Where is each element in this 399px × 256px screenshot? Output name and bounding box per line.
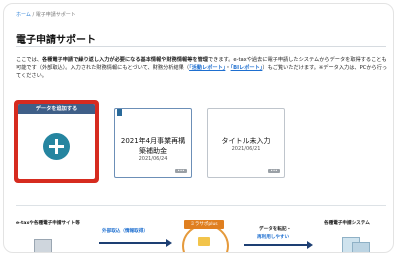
mirasapo-tag: ミラサポplus [184, 220, 224, 229]
flow-arrow-import-icon [99, 239, 172, 247]
add-data-label: データを追加する [18, 104, 95, 114]
activity-report-link[interactable]: 「活動レポート」 [189, 65, 225, 71]
page-title: 電子申請サポート [16, 35, 96, 46]
data-card-2[interactable]: タイトル未入力 2021/06/21 ••• [207, 108, 285, 178]
flow-right-label: 各種電子申請システム [324, 221, 370, 226]
add-plus-icon[interactable] [43, 133, 70, 160]
bookmark-icon [117, 109, 122, 116]
flow-left-label: e-taxや各種電子申請サイト等 [16, 221, 80, 226]
main-panel: ホーム / 電子申請サポート 電子申請サポート ここでは、各種電子申請で繰り返し… [3, 3, 394, 253]
breadcrumb-home-link[interactable]: ホーム [16, 12, 31, 18]
breadcrumb: ホーム / 電子申請サポート [16, 11, 76, 18]
data-card-2-date: 2021/06/21 [231, 146, 261, 152]
add-data-card[interactable]: データを追加する [14, 100, 99, 183]
breadcrumb-separator: / [32, 12, 35, 18]
flow-transfer-label: データを転記・ [259, 227, 292, 232]
data-card-1-date: 2021/06/24 [138, 156, 168, 162]
data-card-1-name: 2021年4月事業再構築補助金 [120, 137, 186, 155]
flow-arrow-transfer-icon [244, 241, 313, 249]
data-card-2-name: タイトル未入力 [221, 137, 271, 145]
document-icon [352, 242, 370, 252]
flow-divider [16, 205, 386, 206]
data-card-1[interactable]: 2021年4月事業再構築補助金 2021/06/24 ••• [114, 108, 192, 178]
add-data-card-inner: データを追加する [18, 104, 95, 179]
document-icon [34, 239, 52, 252]
more-options-icon[interactable]: ••• [175, 169, 187, 173]
more-options-icon[interactable]: ••• [268, 169, 280, 173]
description-text: ここでは、各種電子申請で繰り返し入力が必要になる基本情報や財務情報等を管理できま… [16, 56, 388, 80]
title-divider [16, 46, 386, 47]
folder-icon [198, 237, 210, 246]
bi-report-link[interactable]: 「BIレポート」 [231, 65, 263, 71]
breadcrumb-current: 電子申請サポート [35, 12, 76, 18]
description-bold: 各種電子申請で繰り返し入力が必要になる基本情報や財務情報等を管理 [41, 57, 208, 63]
flow-import-label: 外部取込（情報取得） [102, 229, 148, 234]
flow-reuse-label: 再利用しやすい [257, 235, 290, 240]
description-part-1: ここでは、 [16, 57, 42, 63]
